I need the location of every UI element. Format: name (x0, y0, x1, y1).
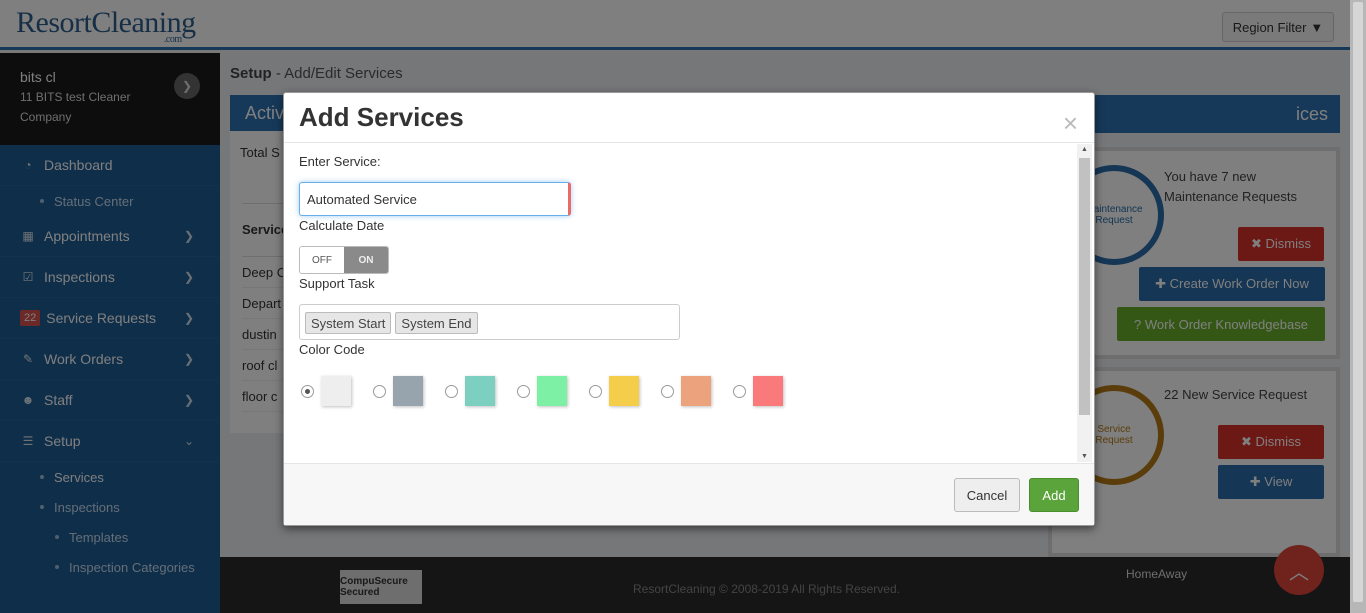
color-radio[interactable] (301, 384, 314, 398)
color-radio[interactable] (373, 384, 386, 398)
color-radio[interactable] (661, 384, 674, 398)
color-option[interactable] (733, 376, 783, 406)
color-option[interactable] (301, 376, 351, 406)
modal-scrollbar-thumb[interactable] (1079, 158, 1090, 415)
modal-body: Enter Service: Calculate Date OFF ON Sup… (284, 144, 1094, 463)
color-option[interactable] (661, 376, 711, 406)
scroll-down-arrow-icon[interactable]: ▼ (1081, 453, 1088, 460)
calculate-date-toggle[interactable]: OFF ON (299, 246, 389, 274)
support-task-tag[interactable]: System Start (305, 312, 392, 334)
add-services-modal: Add Services × Enter Service: Calculate … (283, 92, 1095, 526)
service-label: Enter Service: (299, 154, 381, 169)
service-input[interactable] (299, 182, 571, 216)
modal-header: Add Services × (284, 93, 1094, 143)
add-button[interactable]: Add (1029, 478, 1079, 512)
toggle-off[interactable]: OFF (300, 247, 344, 273)
color-code-label: Color Code (299, 342, 365, 357)
color-option[interactable] (517, 376, 567, 406)
cancel-button[interactable]: Cancel (954, 478, 1020, 512)
calculate-date-label: Calculate Date (299, 218, 385, 233)
modal-title: Add Services (299, 102, 464, 132)
close-icon[interactable]: × (1063, 110, 1078, 136)
color-swatch[interactable] (609, 376, 639, 406)
color-swatch[interactable] (393, 376, 423, 406)
color-swatch[interactable] (681, 376, 711, 406)
color-swatch[interactable] (753, 376, 783, 406)
support-task-tag[interactable]: System End (395, 312, 478, 334)
support-task-label: Support Task (299, 276, 375, 291)
page-scrollbar[interactable] (1350, 0, 1366, 613)
color-option[interactable] (373, 376, 423, 406)
color-option[interactable] (589, 376, 639, 406)
color-swatch[interactable] (465, 376, 495, 406)
color-radio[interactable] (733, 384, 746, 398)
color-radio[interactable] (445, 384, 458, 398)
color-option[interactable] (445, 376, 495, 406)
color-swatch[interactable] (321, 376, 351, 406)
color-radio[interactable] (589, 384, 602, 398)
color-radio[interactable] (517, 384, 530, 398)
modal-footer: Cancel Add (284, 463, 1094, 525)
modal-scrollbar[interactable]: ▲ ▼ (1077, 144, 1092, 462)
color-swatch[interactable] (537, 376, 567, 406)
scroll-up-arrow-icon[interactable]: ▲ (1081, 146, 1088, 153)
support-task-input[interactable]: System Start System End (299, 304, 680, 340)
page-scrollbar-thumb[interactable] (1353, 2, 1363, 602)
toggle-on[interactable]: ON (344, 247, 388, 273)
